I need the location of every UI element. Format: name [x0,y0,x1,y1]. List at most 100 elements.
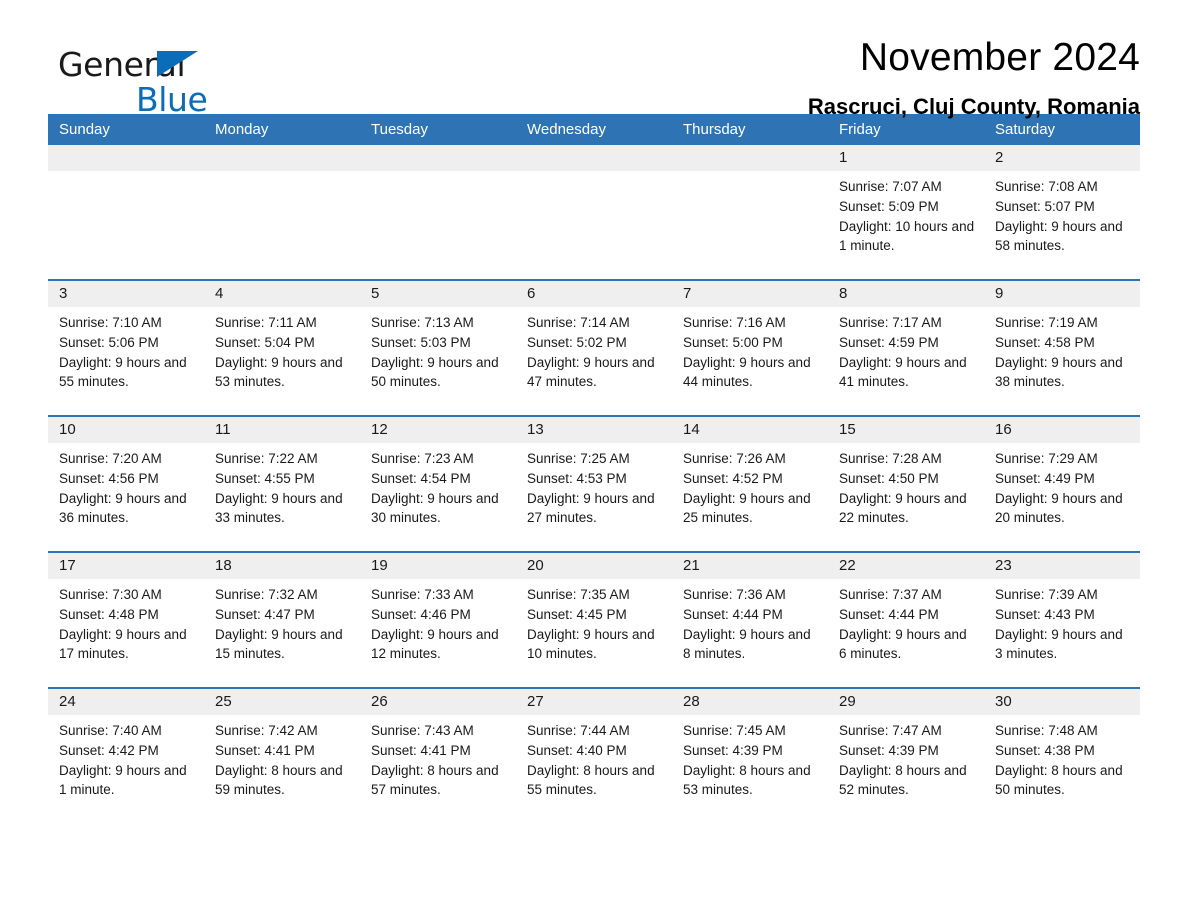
day-details: Sunrise: 7:28 AM Sunset: 4:50 PM Daylight:… [828,443,984,528]
daylight-text: Daylight: 9 hours and 41 minutes. [839,354,967,390]
calendar-day-cell[interactable]: 21 Sunrise: 7:36 AM Sunset: 4:44 PM Dayligh… [672,551,828,688]
day-number: 2 [984,145,1140,171]
calendar-day-cell[interactable]: 7 Sunrise: 7:16 AM Sunset: 5:00 PM Daylight… [672,279,828,416]
sunrise-text: Sunrise: 7:11 AM [215,315,317,330]
calendar-day-cell[interactable]: 1 Sunrise: 7:07 AM Sunset: 5:09 PM Daylight… [828,145,984,280]
calendar-day-cell[interactable]: 10 Sunrise: 7:20 AM Sunset: 4:56 PM Dayligh… [48,415,204,552]
generalblue-logo[interactable]: General Blue [58,48,258,118]
sunrise-text: Sunrise: 7:17 AM [839,315,942,330]
day-details: Sunrise: 7:07 AM Sunset: 5:09 PM Daylight:… [828,171,984,256]
day-details: Sunrise: 7:43 AM Sunset: 4:41 PM Daylight:… [360,715,516,800]
calendar-day-cell[interactable]: 2 Sunrise: 7:08 AM Sunset: 5:07 PM Daylight… [984,145,1140,280]
sunrise-text: Sunrise: 7:07 AM [839,179,942,194]
day-number: 29 [828,689,984,715]
day-details: Sunrise: 7:48 AM Sunset: 4:38 PM Daylight:… [984,715,1140,800]
sunset-text: Sunset: 4:44 PM [839,606,939,622]
calendar-day-cell[interactable]: 30 Sunrise: 7:48 AM Sunset: 4:38 PM Dayligh… [984,687,1140,823]
sunset-text: Sunset: 4:50 PM [839,470,939,486]
calendar-week-row: 24 Sunrise: 7:40 AM Sunset: 4:42 PM Dayligh… [48,687,1140,823]
day-details: Sunrise: 7:10 AM Sunset: 5:06 PM Daylight:… [48,307,204,392]
calendar-body: 1 Sunrise: 7:07 AM Sunset: 5:09 PM Daylight… [48,145,1140,823]
sunrise-text: Sunrise: 7:37 AM [839,587,942,602]
sunrise-text: Sunrise: 7:40 AM [59,723,162,738]
sunrise-text: Sunrise: 7:42 AM [215,723,318,738]
logo-text-blue: Blue [136,80,208,119]
day-number: 10 [48,417,204,443]
sunset-text: Sunset: 5:04 PM [215,334,315,350]
day-number: 24 [48,689,204,715]
sunrise-text: Sunrise: 7:36 AM [683,587,786,602]
sunset-text: Sunset: 4:47 PM [215,606,315,622]
sunset-text: Sunset: 4:44 PM [683,606,783,622]
calendar-day-cell[interactable]: 3 Sunrise: 7:10 AM Sunset: 5:06 PM Daylight… [48,279,204,416]
sunrise-text: Sunrise: 7:45 AM [683,723,786,738]
calendar-day-cell[interactable]: 8 Sunrise: 7:17 AM Sunset: 4:59 PM Daylight… [828,279,984,416]
daylight-text: Daylight: 9 hours and 25 minutes. [683,490,811,526]
calendar-day-cell[interactable]: 18 Sunrise: 7:32 AM Sunset: 4:47 PM Dayligh… [204,551,360,688]
day-number: 16 [984,417,1140,443]
day-details: Sunrise: 7:26 AM Sunset: 4:52 PM Daylight:… [672,443,828,528]
sunrise-text: Sunrise: 7:30 AM [59,587,162,602]
day-details: Sunrise: 7:23 AM Sunset: 4:54 PM Daylight:… [360,443,516,528]
calendar-day-cell[interactable]: 26 Sunrise: 7:43 AM Sunset: 4:41 PM Dayligh… [360,687,516,823]
day-details: Sunrise: 7:33 AM Sunset: 4:46 PM Daylight:… [360,579,516,664]
sunrise-text: Sunrise: 7:47 AM [839,723,942,738]
calendar-day-cell[interactable]: 17 Sunrise: 7:30 AM Sunset: 4:48 PM Dayligh… [48,551,204,688]
calendar-day-cell[interactable]: 27 Sunrise: 7:44 AM Sunset: 4:40 PM Dayligh… [516,687,672,823]
daylight-text: Daylight: 9 hours and 12 minutes. [371,626,499,662]
calendar-day-cell[interactable]: 24 Sunrise: 7:40 AM Sunset: 4:42 PM Dayligh… [48,687,204,823]
calendar-day-cell[interactable]: 29 Sunrise: 7:47 AM Sunset: 4:39 PM Dayligh… [828,687,984,823]
calendar-day-cell-empty [516,145,672,280]
sunrise-text: Sunrise: 7:26 AM [683,451,786,466]
calendar-day-cell[interactable]: 9 Sunrise: 7:19 AM Sunset: 4:58 PM Daylight… [984,279,1140,416]
calendar-day-cell[interactable]: 11 Sunrise: 7:22 AM Sunset: 4:55 PM Dayligh… [204,415,360,552]
calendar-day-cell[interactable]: 19 Sunrise: 7:33 AM Sunset: 4:46 PM Dayligh… [360,551,516,688]
daylight-text: Daylight: 9 hours and 36 minutes. [59,490,187,526]
calendar-day-cell[interactable]: 16 Sunrise: 7:29 AM Sunset: 4:49 PM Dayligh… [984,415,1140,552]
day-details: Sunrise: 7:19 AM Sunset: 4:58 PM Daylight:… [984,307,1140,392]
sunrise-text: Sunrise: 7:13 AM [371,315,474,330]
calendar-day-cell[interactable]: 4 Sunrise: 7:11 AM Sunset: 5:04 PM Daylight… [204,279,360,416]
sunset-text: Sunset: 4:53 PM [527,470,627,486]
sunrise-text: Sunrise: 7:08 AM [995,179,1098,194]
calendar-day-cell[interactable]: 13 Sunrise: 7:25 AM Sunset: 4:53 PM Dayligh… [516,415,672,552]
daylight-text: Daylight: 9 hours and 30 minutes. [371,490,499,526]
daylight-text: Daylight: 8 hours and 53 minutes. [683,762,811,798]
daylight-text: Daylight: 9 hours and 20 minutes. [995,490,1123,526]
day-details: Sunrise: 7:39 AM Sunset: 4:43 PM Daylight:… [984,579,1140,664]
day-details: Sunrise: 7:11 AM Sunset: 5:04 PM Daylight:… [204,307,360,392]
sunset-text: Sunset: 5:09 PM [839,198,939,214]
sunrise-text: Sunrise: 7:16 AM [683,315,786,330]
sunset-text: Sunset: 5:07 PM [995,198,1095,214]
calendar-day-cell[interactable]: 20 Sunrise: 7:35 AM Sunset: 4:45 PM Dayligh… [516,551,672,688]
day-number: 21 [672,553,828,579]
day-number [672,145,828,171]
calendar-day-cell[interactable]: 15 Sunrise: 7:28 AM Sunset: 4:50 PM Dayligh… [828,415,984,552]
sunset-text: Sunset: 4:45 PM [527,606,627,622]
calendar-day-cell[interactable]: 28 Sunrise: 7:45 AM Sunset: 4:39 PM Dayligh… [672,687,828,823]
day-number: 18 [204,553,360,579]
calendar-day-cell[interactable]: 25 Sunrise: 7:42 AM Sunset: 4:41 PM Dayligh… [204,687,360,823]
sunrise-text: Sunrise: 7:43 AM [371,723,474,738]
calendar-day-cell[interactable]: 12 Sunrise: 7:23 AM Sunset: 4:54 PM Dayligh… [360,415,516,552]
daylight-text: Daylight: 9 hours and 17 minutes. [59,626,187,662]
sunset-text: Sunset: 4:39 PM [683,742,783,758]
day-number: 7 [672,281,828,307]
sunset-text: Sunset: 4:43 PM [995,606,1095,622]
daylight-text: Daylight: 8 hours and 57 minutes. [371,762,499,798]
day-number [360,145,516,171]
calendar-day-cell[interactable]: 6 Sunrise: 7:14 AM Sunset: 5:02 PM Daylight… [516,279,672,416]
calendar-day-cell[interactable]: 5 Sunrise: 7:13 AM Sunset: 5:03 PM Daylight… [360,279,516,416]
day-number: 14 [672,417,828,443]
day-details: Sunrise: 7:45 AM Sunset: 4:39 PM Daylight:… [672,715,828,800]
calendar-day-cell-empty [204,145,360,280]
day-number: 4 [204,281,360,307]
daylight-text: Daylight: 9 hours and 47 minutes. [527,354,655,390]
calendar-day-cell[interactable]: 14 Sunrise: 7:26 AM Sunset: 4:52 PM Dayligh… [672,415,828,552]
calendar-day-cell[interactable]: 22 Sunrise: 7:37 AM Sunset: 4:44 PM Dayligh… [828,551,984,688]
calendar-day-cell-empty [672,145,828,280]
day-number: 30 [984,689,1140,715]
daylight-text: Daylight: 8 hours and 55 minutes. [527,762,655,798]
day-details: Sunrise: 7:47 AM Sunset: 4:39 PM Daylight:… [828,715,984,800]
calendar-day-cell[interactable]: 23 Sunrise: 7:39 AM Sunset: 4:43 PM Dayligh… [984,551,1140,688]
